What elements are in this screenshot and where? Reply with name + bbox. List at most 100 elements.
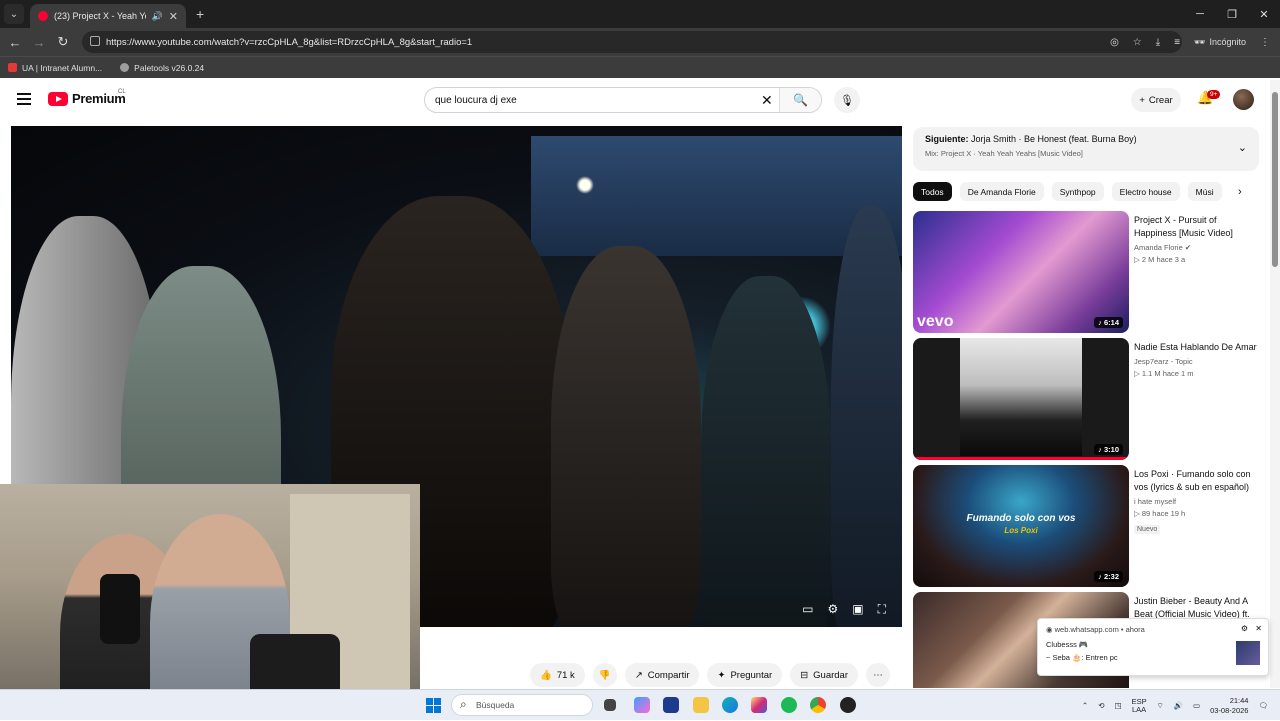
share-icon: ↗ [634,669,643,681]
subtitles-icon[interactable]: ▭ [802,602,813,617]
player-controls: ▭ ⚙ ▣ ⛶ [802,602,886,617]
recommendation-item[interactable]: ♪ 3:10 Nadie Esta Hablando De Amar Jesp7… [913,338,1263,460]
eye-off-icon[interactable]: ◎ [1110,37,1119,48]
avatar[interactable] [1233,89,1254,110]
network-icon[interactable]: ⌔ [1157,701,1164,711]
tab-search-button[interactable]: ⌄ [4,4,24,24]
notification-center-icon[interactable]: 🗨 [1258,701,1268,710]
search-value: que loucura dj exe [435,94,517,106]
notification-toast[interactable]: ◉ web.whatsapp.com • ahora ⚙ ✕ Clubesss … [1037,618,1269,676]
incognito-icon: 🕶 [1194,36,1206,47]
reading-list-icon[interactable]: ≡ [1174,37,1180,48]
channel-name[interactable]: i hate myself [1134,497,1260,506]
video-title[interactable]: Los Poxi · Fumando solo con vos (lyrics … [1134,468,1260,494]
create-button[interactable]: + Crear [1131,88,1181,112]
youtube-logo[interactable]: Premium CL [48,89,126,106]
task-view-icon[interactable] [604,699,616,711]
recommendation-item[interactable]: vevo ♪ 6:14 Project X - Pursuit of Happi… [913,211,1263,333]
battery-icon[interactable]: ▭ [1193,701,1200,710]
notification-settings-icon[interactable]: ⚙ [1241,624,1248,633]
instagram-icon[interactable] [751,697,767,713]
fullscreen-icon[interactable]: ⛶ [878,602,886,617]
theater-mode-icon[interactable]: ▣ [852,602,863,617]
edge-icon[interactable] [722,697,738,713]
reload-icon[interactable]: ↻ [51,34,75,50]
menu-dots-icon[interactable]: ⋮ [1260,37,1270,48]
video-person [551,246,701,627]
chrome-icon[interactable] [810,697,826,713]
video-light [576,176,594,194]
recommendation-item[interactable]: Fumando solo con vos Los Poxi ♪ 2:32 Los… [913,465,1263,587]
hamburger-menu-icon[interactable] [17,93,31,108]
up-next-panel[interactable]: Siguiente: Jorja Smith · Be Honest (feat… [913,127,1259,171]
app-icon[interactable] [663,697,679,713]
chip-electro-house[interactable]: Electro house [1111,182,1180,201]
more-actions-button[interactable]: ⋯ [866,663,891,687]
channel-name[interactable]: Jesp7earz - Topic [1134,357,1260,366]
search-icon[interactable]: 🔍 [779,88,821,112]
video-thumbnail[interactable]: vevo ♪ 6:14 [913,211,1129,333]
duration-badge: ♪ 2:32 [1094,571,1123,582]
chip-synthpop[interactable]: Synthpop [1051,182,1104,201]
forward-icon[interactable]: → [27,35,51,50]
windows-start-icon[interactable] [426,698,441,713]
app-dark-icon[interactable] [840,697,856,713]
copilot-icon[interactable] [634,697,650,713]
address-bar[interactable]: https://www.youtube.com/watch?v=rzcCpHLA… [82,31,1182,53]
like-button[interactable]: 👍 71 k [530,663,585,687]
language-indicator[interactable]: ESP LAA [1132,697,1147,714]
new-tab-icon[interactable]: + [196,6,204,22]
back-icon[interactable]: ← [3,35,27,50]
clear-search-icon[interactable]: ✕ [761,92,773,109]
search-input[interactable]: que loucura dj exe ✕ 🔍 [424,87,822,113]
bookmark-item[interactable]: UA | Intranet Alumn... [8,63,102,73]
taskbar-search-placeholder: Búsqueda [476,700,515,710]
share-button[interactable]: ↗ Compartir [624,663,700,687]
clock[interactable]: 21:44 03-08-2026 [1210,696,1248,716]
spotify-icon[interactable] [781,697,797,713]
file-explorer-icon[interactable] [693,697,709,713]
minimize-icon[interactable]: ─ [1184,0,1216,28]
channel-name[interactable]: Amanda Florie ✔ [1134,243,1260,252]
speaker-icon: 🔊 [151,10,163,21]
save-icon: ⊟ [800,669,809,681]
close-tab-icon[interactable]: ✕ [169,10,178,23]
show-hidden-icons[interactable]: ⌃ [1082,701,1088,710]
notification-close-icon[interactable]: ✕ [1255,624,1262,633]
duration-badge: ♪ 3:10 [1094,444,1123,455]
incognito-indicator[interactable]: 🕶 Incógnito [1194,37,1246,48]
volume-icon[interactable]: 🔊 [1174,701,1183,710]
chevron-right-icon[interactable]: › [1238,186,1242,198]
taskbar-search[interactable]: Búsqueda [451,694,593,716]
site-info-icon[interactable] [90,36,100,46]
video-title[interactable]: Project X - Pursuit of Happiness [Music … [1134,214,1260,240]
dislike-button[interactable]: 👎 [592,663,617,687]
chevron-down-icon[interactable]: ⌄ [1238,141,1247,154]
video-thumbnail[interactable]: Fumando solo con vos Los Poxi ♪ 2:32 [913,465,1129,587]
save-label: Guardar [813,669,849,681]
browser-tab[interactable]: (23) Project X - Yeah Yeah Y 🔊 ✕ [30,4,186,28]
chip-amanda-florie[interactable]: De Amanda Florie [959,182,1044,201]
bookmark-star-icon[interactable]: ☆ [1133,37,1142,48]
tray-app-icon[interactable]: ◳ [1114,701,1121,710]
download-icon[interactable]: ⤓ [1156,37,1160,48]
close-window-icon[interactable]: ✕ [1248,0,1280,28]
chip-todos[interactable]: Todos [913,182,952,201]
video-person [831,206,902,627]
bookmark-item[interactable]: Paletools v26.0.24 [120,63,204,73]
restore-icon[interactable]: ❐ [1216,0,1248,28]
video-meta: ▷ 89 hace 19 h [1134,509,1186,518]
settings-gear-icon[interactable]: ⚙ [827,602,838,617]
video-title[interactable]: Nadie Esta Hablando De Amar [1134,341,1260,354]
ask-button[interactable]: ✦ Preguntar [707,663,783,687]
scrollbar-thumb[interactable] [1272,92,1278,267]
microphone-icon[interactable]: 🎙 [834,87,860,113]
page-scrollbar[interactable] [1270,80,1280,688]
tray-app-icon[interactable]: ⟲ [1098,701,1104,710]
save-button[interactable]: ⊟ Guardar [790,663,859,687]
chip-musica[interactable]: Músi [1187,182,1222,201]
notification-image [1236,641,1260,665]
video-thumbnail[interactable]: ♪ 3:10 [913,338,1129,460]
notification-title: Clubesss 🎮 [1046,640,1089,649]
browser-titlebar: ⌄ (23) Project X - Yeah Yeah Y 🔊 ✕ + ─ ❐… [0,0,1280,28]
